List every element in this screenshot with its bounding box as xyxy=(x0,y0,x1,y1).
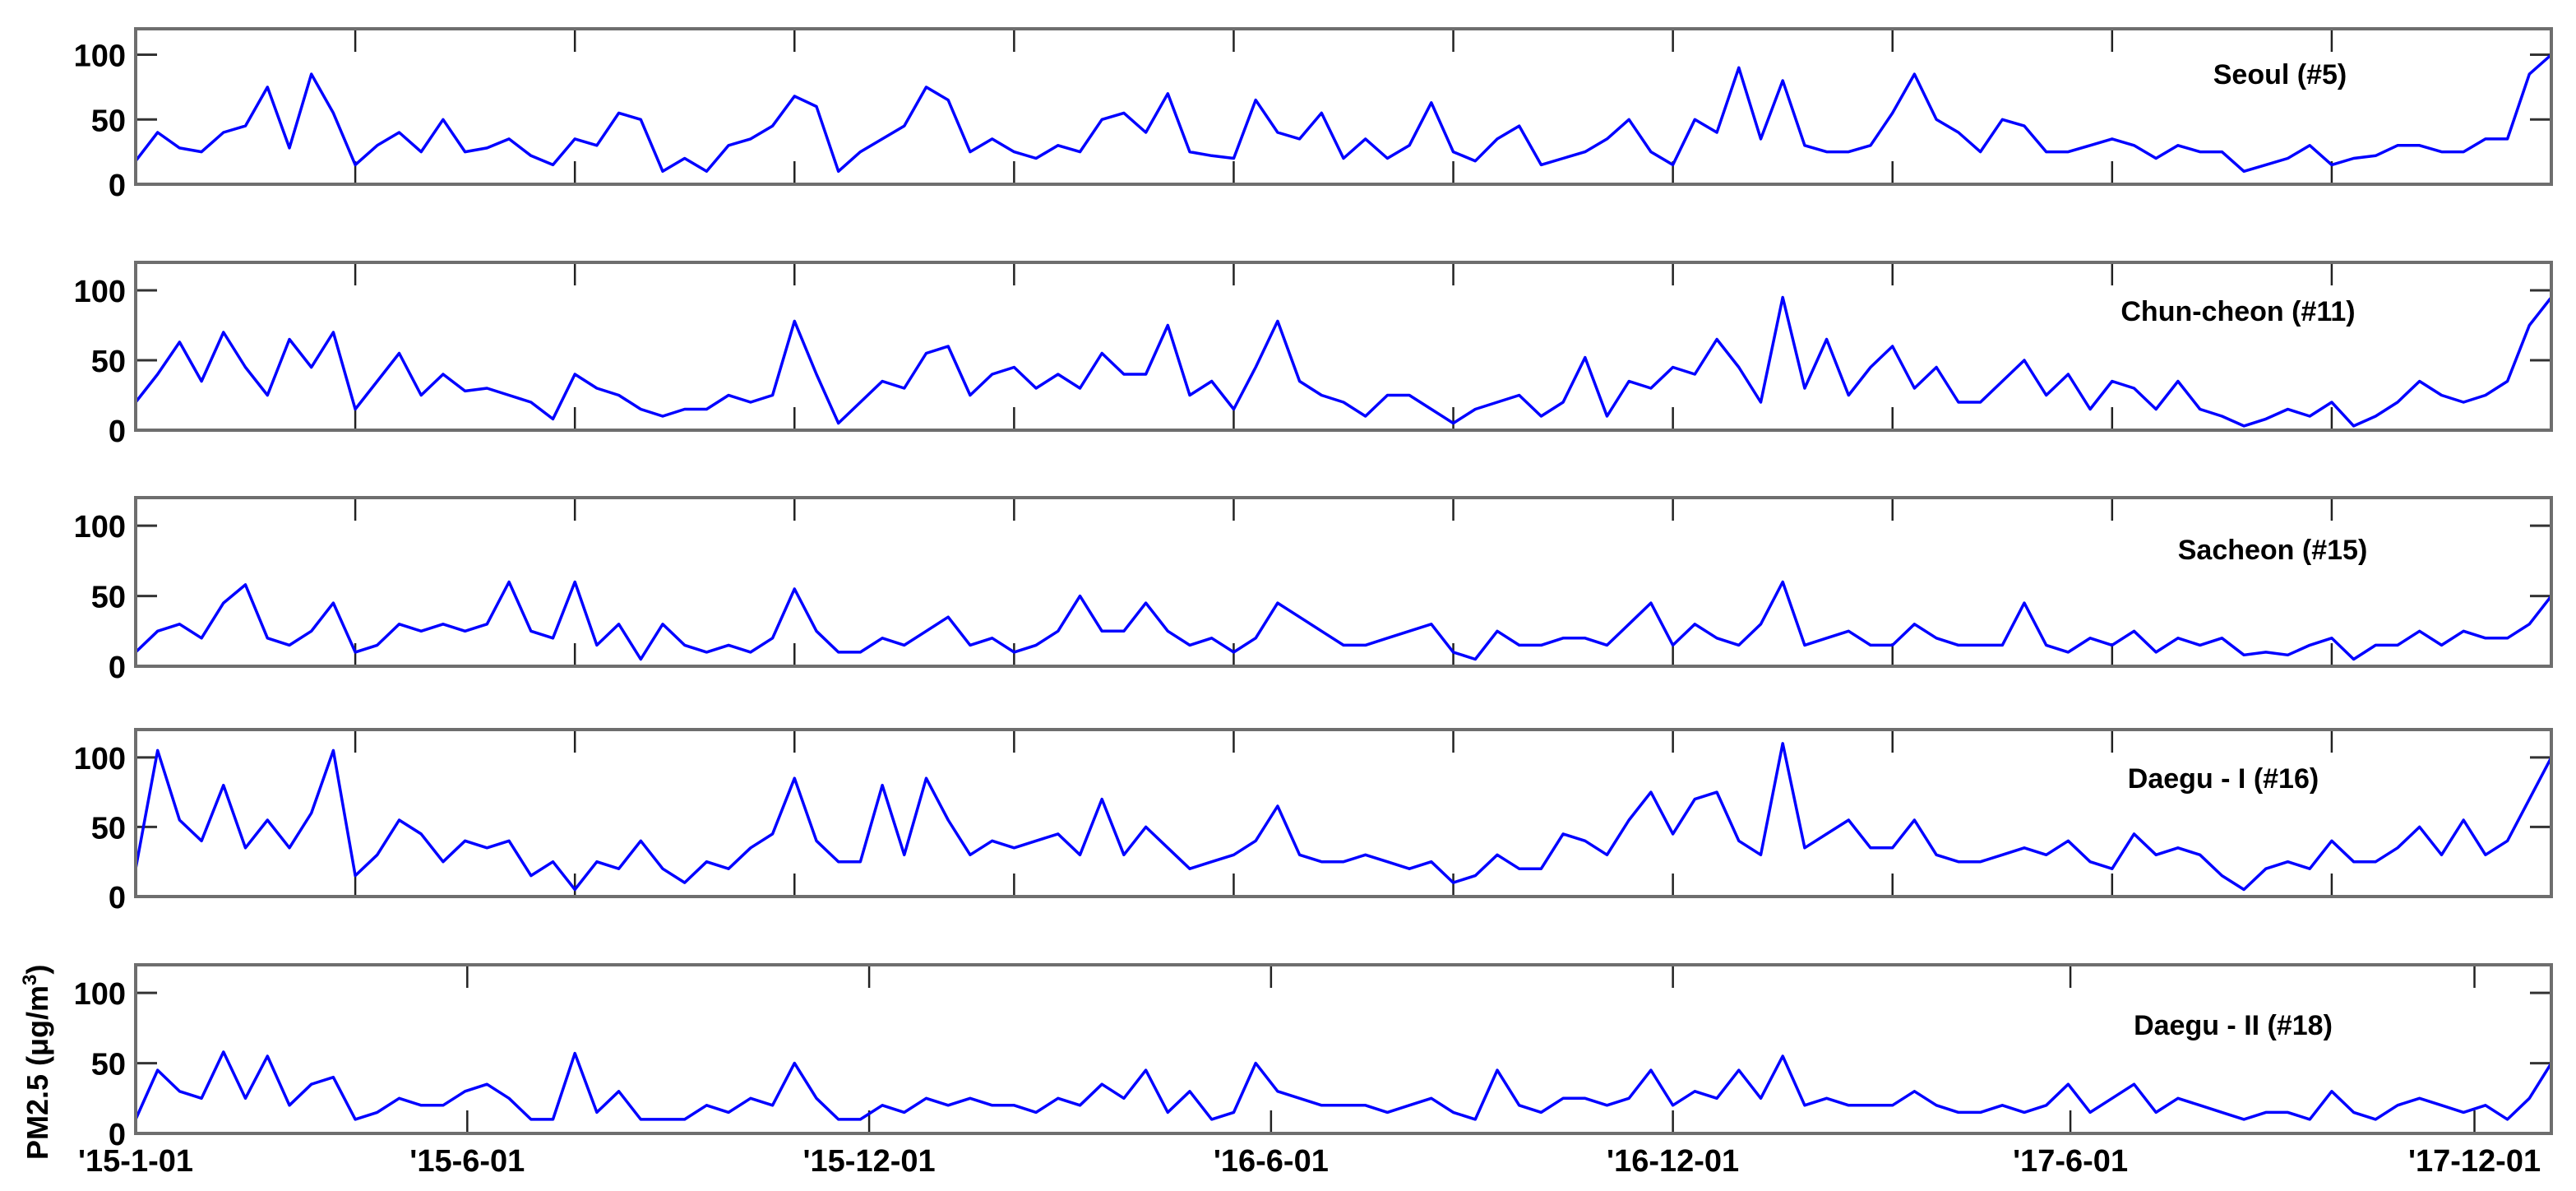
panels: 0 50 100 Seoul (#5) 0 50 100 Chun-cheon (#11) 0 5… xyxy=(74,27,2553,1179)
station-label: Daegu - II (#18) xyxy=(2134,1010,2333,1041)
y-tick-label: 50 xyxy=(91,811,126,846)
y-axis-title-sup: 3 xyxy=(19,975,41,985)
axes-frame xyxy=(134,27,2553,186)
x-tick-label: '15-12-01 xyxy=(803,1144,936,1179)
y-tick-label: 50 xyxy=(91,581,126,615)
panel-3: 0 50 100 Sacheon (#15) xyxy=(74,496,2553,685)
panel-5: 050100Daegu - II (#18)'15-1-01'15-6-01'1… xyxy=(74,963,2553,1179)
y-tick-label: 0 xyxy=(109,651,126,685)
axes-frame xyxy=(134,261,2553,432)
pm25-multi-panel-chart: 0 50 100 Seoul (#5) 0 50 100 Chun-cheon (#11) 0 5… xyxy=(19,27,2553,1179)
axes-frame xyxy=(134,963,2553,1135)
y-axis-title-close: ) xyxy=(21,965,54,975)
y-tick-label: 100 xyxy=(74,39,126,74)
y-tick-label: 0 xyxy=(109,169,126,203)
panel-4: 0 50 100 Daegu - I (#16) xyxy=(74,728,2553,915)
station-label: Seoul (#5) xyxy=(2213,59,2347,90)
x-tick-label: '15-1-01 xyxy=(78,1144,193,1179)
y-tick-label: 100 xyxy=(74,742,126,776)
x-tick-label: '16-6-01 xyxy=(1214,1144,1329,1179)
y-tick-label: 100 xyxy=(74,510,126,545)
x-tick-label: '16-12-01 xyxy=(1607,1144,1739,1179)
panel-1: 0 50 100 Seoul (#5) xyxy=(74,27,2553,203)
series-line-3 xyxy=(134,580,2553,661)
y-tick-label: 0 xyxy=(109,415,126,449)
y-axis-title-main: PM2.5 (μg/m xyxy=(21,985,54,1160)
y-tick-label: 50 xyxy=(91,1048,126,1082)
y-axis-title: PM2.5 (μg/m3) xyxy=(19,965,54,1160)
series-line-1 xyxy=(134,53,2553,174)
x-tick-label: '17-12-01 xyxy=(2408,1144,2541,1179)
station-label: Daegu - I (#16) xyxy=(2128,763,2319,795)
y-tick-label: 0 xyxy=(109,881,126,915)
y-tick-label: 100 xyxy=(74,977,126,1012)
station-label: Sacheon (#15) xyxy=(2178,535,2368,566)
x-tick-label: '17-6-01 xyxy=(2013,1144,2128,1179)
y-tick-label: 50 xyxy=(91,104,126,138)
series-line-5 xyxy=(134,1050,2553,1121)
x-tick-label: '15-6-01 xyxy=(409,1144,525,1179)
y-tick-label: 100 xyxy=(74,275,126,309)
panel-2: 0 50 100 Chun-cheon (#11) xyxy=(74,261,2553,449)
station-label: Chun-cheon (#11) xyxy=(2120,296,2355,327)
axes-frame xyxy=(134,728,2553,898)
y-tick-label: 50 xyxy=(91,345,126,379)
